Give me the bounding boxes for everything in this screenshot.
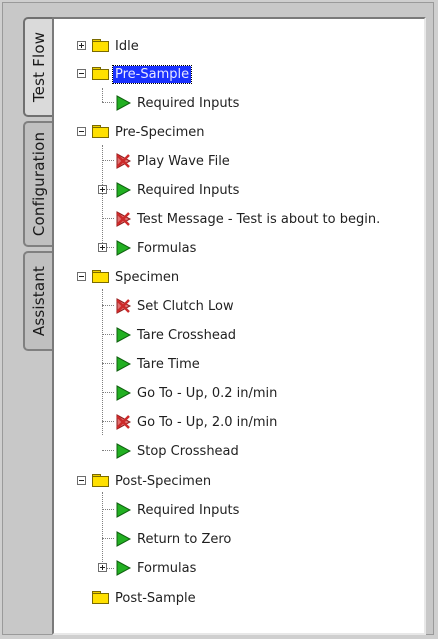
tab-configuration-label: Configuration [30,131,49,237]
play-triangle-icon [114,94,132,112]
tree-connector [102,160,114,161]
tree-connector [102,492,103,568]
tree-node-idle[interactable]: Idle [92,35,139,57]
tree-node-return-to-zero[interactable]: Return to Zero [114,528,231,550]
tree-node-label: Test Message - Test is about to begin. [137,211,381,227]
tree-node-label: Tare Crosshead [137,327,237,343]
tree-node-tare-crosshead[interactable]: Tare Crosshead [114,324,236,346]
tree-node-post-sample[interactable]: Post-Sample [92,587,196,609]
tab-configuration[interactable]: Configuration [23,121,53,247]
disabled-action-icon [114,413,132,431]
tree-connector [102,334,114,335]
expand-icon[interactable] [98,243,107,252]
folder-icon [92,474,110,488]
tab-assistant-label: Assistant [30,265,49,337]
tree-node-tare-time[interactable]: Tare Time [114,353,200,375]
tree-connector [102,102,114,103]
tree-node-label: Post-Sample [115,590,196,606]
tree-node-post-specimen-formulas[interactable]: Formulas [114,557,196,579]
tree-node-play-wave-file[interactable]: Play Wave File [114,150,230,172]
tree-node-label: Go To - Up, 2.0 in/min [137,414,278,430]
tree-node-test-message[interactable]: Test Message - Test is about to begin. [114,208,380,230]
disabled-action-icon [114,210,132,228]
tree-connector [102,538,114,539]
tree-node-post-specimen-required-inputs[interactable]: Required Inputs [114,499,239,521]
folder-icon [92,67,110,81]
tree-node-specimen[interactable]: Specimen [92,266,179,288]
vertical-tab-bar: Test Flow Configuration Assistant [23,17,53,637]
tree-node-goto-up-02[interactable]: Go To - Up, 0.2 in/min [114,382,277,404]
test-flow-tree[interactable]: Idle Pre-Sample Required Inputs Pre-Spec… [52,17,426,635]
folder-icon [92,39,110,53]
play-triangle-icon [114,559,132,577]
tree-node-label: Return to Zero [137,531,232,547]
tab-assistant[interactable]: Assistant [23,251,53,351]
play-triangle-icon [114,501,132,519]
tree-connector [102,450,114,451]
tree-node-label: Go To - Up, 0.2 in/min [137,385,278,401]
folder-icon [92,125,110,139]
tree-connector [102,289,103,435]
tree-node-pre-specimen-required-inputs[interactable]: Required Inputs [114,179,239,201]
tree-node-label: Specimen [115,269,180,285]
collapse-icon[interactable] [77,476,86,485]
tree-connector [102,305,114,306]
play-triangle-icon [114,326,132,344]
expand-icon[interactable] [77,41,86,50]
play-triangle-icon [114,442,132,460]
expand-icon[interactable] [98,563,107,572]
tree-node-pre-specimen[interactable]: Pre-Specimen [92,121,205,143]
folder-icon [92,591,110,605]
tree-node-label: Pre-Sample [111,64,193,84]
tree-node-label: Pre-Specimen [115,124,205,140]
tree-node-label: Required Inputs [137,95,240,111]
tree-connector [102,218,114,219]
tree-connector [102,392,114,393]
play-triangle-icon [114,355,132,373]
folder-icon [92,270,110,284]
test-editor-window: Test Flow Configuration Assistant Idle P… [2,2,434,635]
play-triangle-icon [114,384,132,402]
tree-node-pre-sample-required-inputs[interactable]: Required Inputs [114,92,239,114]
disabled-action-icon [114,297,132,315]
collapse-icon[interactable] [77,69,86,78]
tree-node-label: Stop Crosshead [137,443,239,459]
tree-node-post-specimen[interactable]: Post-Specimen [92,470,211,492]
tree-node-label: Play Wave File [137,153,230,169]
play-triangle-icon [114,239,132,257]
tree-connector [102,88,103,102]
tab-test-flow-label: Test Flow [30,31,49,103]
tree-node-label: Formulas [137,560,197,576]
tree-node-label: Tare Time [137,356,200,372]
collapse-icon[interactable] [77,272,86,281]
tree-node-label: Required Inputs [137,182,240,198]
tree-node-pre-sample[interactable]: Pre-Sample [92,63,193,85]
tree-node-label: Idle [115,38,139,54]
collapse-icon[interactable] [77,127,86,136]
play-triangle-icon [114,181,132,199]
play-triangle-icon [114,530,132,548]
tree-node-label: Formulas [137,240,197,256]
tree-node-label: Post-Specimen [115,473,212,489]
tree-node-goto-up-20[interactable]: Go To - Up, 2.0 in/min [114,411,277,433]
tree-node-set-clutch-low[interactable]: Set Clutch Low [114,295,234,317]
tree-node-pre-specimen-formulas[interactable]: Formulas [114,237,196,259]
tab-test-flow[interactable]: Test Flow [23,17,53,117]
tree-connector [102,363,114,364]
disabled-action-icon [114,152,132,170]
tree-node-stop-crosshead[interactable]: Stop Crosshead [114,440,239,462]
tree-node-label: Required Inputs [137,502,240,518]
tree-node-label: Set Clutch Low [137,298,234,314]
tree-connector [102,421,114,422]
tree-connector [102,509,114,510]
expand-icon[interactable] [98,185,107,194]
